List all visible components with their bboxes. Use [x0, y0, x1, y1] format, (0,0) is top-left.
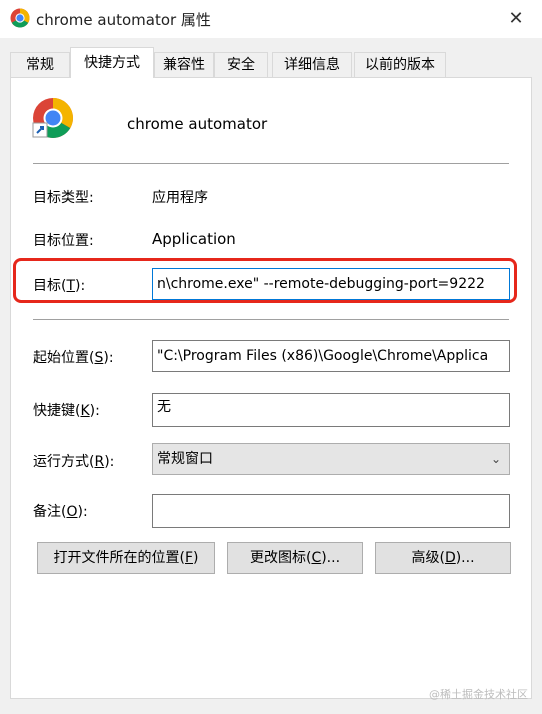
chevron-down-icon: ⌄: [490, 452, 501, 466]
start-in-field[interactable]: "C:\Program Files (x86)\Google\Chrome\Ap…: [152, 340, 510, 372]
close-button[interactable]: ✕: [504, 7, 528, 31]
comment-label: 备注(O):: [33, 504, 88, 520]
tab-general[interactable]: 常规: [10, 52, 70, 77]
run-dropdown-value: 常规窗口: [157, 451, 213, 467]
chrome-icon: [10, 8, 30, 28]
shortcut-name: chrome automator: [127, 115, 268, 133]
advanced-button[interactable]: 高级(D)...: [375, 542, 511, 574]
run-label: 运行方式(R):: [33, 454, 115, 470]
change-icon-button[interactable]: 更改图标(C)...: [227, 542, 363, 574]
title-bar: chrome automator 属性 ✕: [0, 0, 542, 38]
chrome-shortcut-icon: [32, 98, 73, 138]
separator: [33, 319, 509, 320]
window-title: chrome automator 属性: [36, 11, 211, 29]
watermark: @稀土掘金技术社区: [429, 688, 528, 701]
start-in-label: 起始位置(S):: [33, 350, 114, 366]
highlight-box: [13, 258, 517, 303]
target-type-value: 应用程序: [152, 190, 208, 206]
hotkey-field[interactable]: 无: [152, 393, 510, 427]
target-location-value: Application: [152, 230, 236, 248]
open-file-location-button[interactable]: 打开文件所在的位置(F): [37, 542, 215, 574]
tab-details[interactable]: 详细信息: [272, 52, 352, 77]
comment-field[interactable]: [152, 494, 510, 528]
hotkey-label: 快捷键(K):: [33, 403, 100, 419]
tab-security[interactable]: 安全: [214, 52, 268, 77]
tab-previous-versions[interactable]: 以前的版本: [354, 52, 446, 77]
shortcut-panel: chrome automator 目标类型: 应用程序 目标位置: Applic…: [10, 77, 532, 699]
target-type-label: 目标类型:: [33, 190, 94, 206]
target-location-label: 目标位置:: [33, 233, 94, 249]
run-dropdown[interactable]: 常规窗口 ⌄: [152, 443, 510, 475]
tab-shortcut[interactable]: 快捷方式: [70, 47, 154, 78]
separator: [33, 163, 509, 164]
tab-compatibility[interactable]: 兼容性: [154, 52, 214, 77]
